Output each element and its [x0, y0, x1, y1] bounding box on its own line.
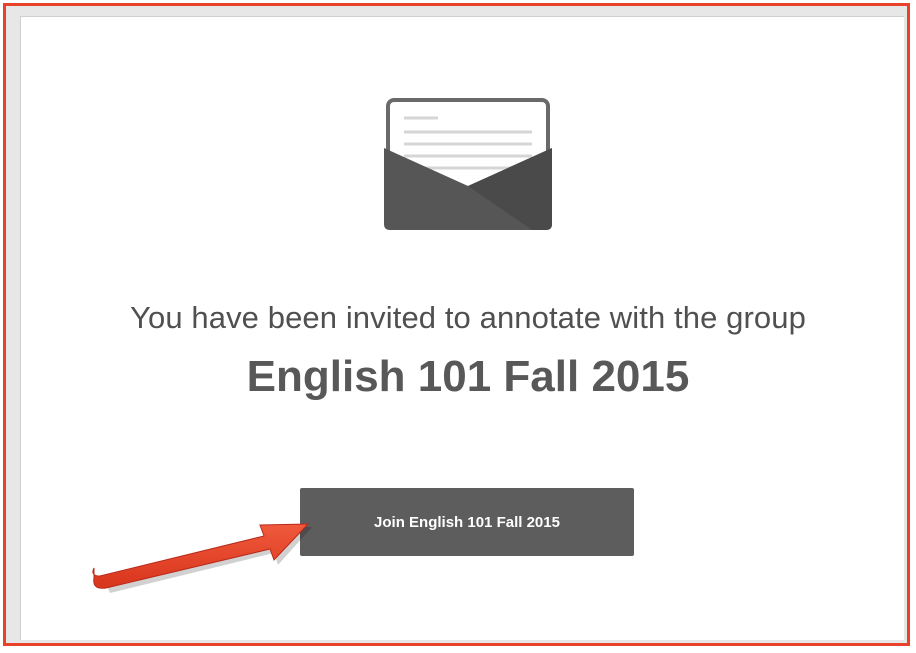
join-group-button[interactable]: Join English 101 Fall 2015 — [300, 488, 634, 556]
invite-message: You have been invited to annotate with t… — [130, 300, 806, 335]
group-name-heading: English 101 Fall 2015 — [246, 352, 690, 401]
red-arrow-icon — [92, 523, 312, 593]
envelope-icon — [384, 98, 552, 230]
